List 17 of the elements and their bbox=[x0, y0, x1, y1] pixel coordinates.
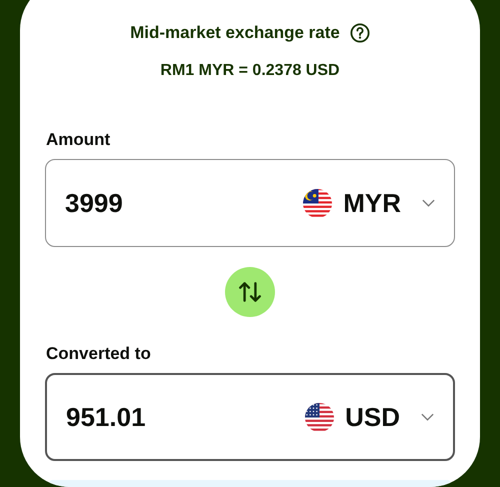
chevron-down-icon bbox=[421, 198, 436, 208]
amount-value: 951.01 bbox=[66, 402, 146, 432]
malaysia-flag-icon bbox=[302, 188, 334, 218]
field-label: Amount bbox=[45, 129, 112, 151]
help-icon[interactable] bbox=[350, 23, 370, 43]
amount-field[interactable]: 951.01 USD bbox=[45, 373, 455, 461]
field-label: Converted to bbox=[45, 343, 152, 365]
currency-selector[interactable]: MYR bbox=[302, 188, 436, 218]
amount-field[interactable]: 3999 MYR bbox=[45, 159, 455, 247]
currency-selector[interactable]: USD bbox=[304, 402, 435, 432]
swap-arrows-icon bbox=[237, 279, 263, 305]
chevron-down-icon bbox=[420, 412, 435, 422]
swap-button[interactable] bbox=[225, 267, 275, 317]
exchange-rate: RM1 MYR = 0.2378 USD bbox=[159, 61, 341, 81]
amount-value: 3999 bbox=[65, 188, 123, 218]
rate-title: Mid-market exchange rate bbox=[130, 22, 340, 44]
usa-flag-icon bbox=[304, 402, 336, 432]
